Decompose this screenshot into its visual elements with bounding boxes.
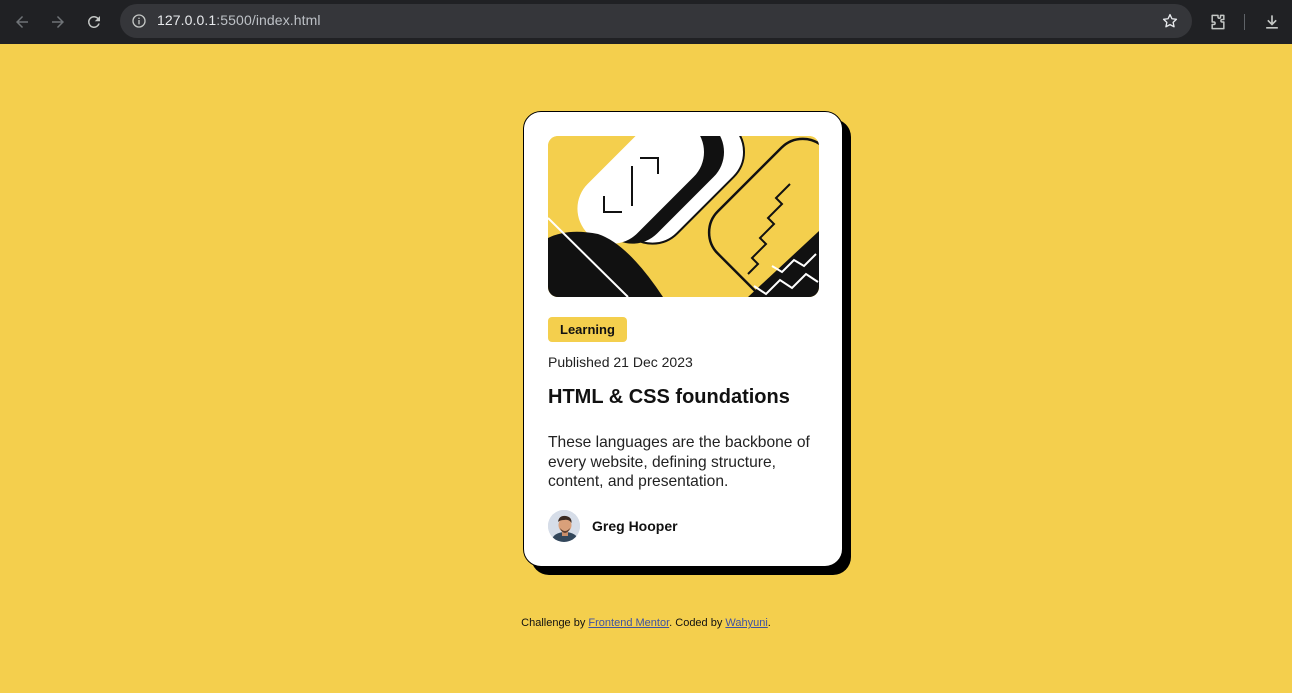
toolbar-divider bbox=[1244, 14, 1245, 30]
address-bar[interactable]: 127.0.0.1:5500/index.html bbox=[120, 4, 1192, 38]
back-button[interactable] bbox=[9, 9, 35, 35]
frontend-mentor-link[interactable]: Frontend Mentor bbox=[588, 617, 669, 629]
author-link[interactable]: Wahyuni bbox=[725, 617, 767, 629]
arrow-right-icon bbox=[52, 16, 64, 28]
reload-button[interactable] bbox=[81, 9, 107, 35]
extensions-button[interactable] bbox=[1206, 10, 1230, 34]
published-date: Published 21 Dec 2023 bbox=[548, 354, 693, 370]
downloads-button[interactable] bbox=[1260, 10, 1284, 34]
reload-icon bbox=[87, 15, 100, 28]
url-path: :5500/index.html bbox=[216, 12, 321, 28]
attribution-suffix: . bbox=[767, 617, 771, 629]
category-tag: Learning bbox=[548, 317, 627, 342]
url-host: 127.0.0.1 bbox=[157, 12, 217, 28]
attribution-prefix: Challenge by bbox=[521, 617, 589, 629]
card-description: These languages are the backbone of ever… bbox=[548, 434, 810, 490]
card-title[interactable]: HTML & CSS foundations bbox=[548, 386, 790, 409]
arrow-left-icon bbox=[16, 16, 28, 28]
attribution-middle: . Coded by bbox=[669, 617, 726, 629]
author: Greg Hooper bbox=[548, 510, 678, 542]
download-icon bbox=[1266, 15, 1278, 29]
bookmark-star-icon[interactable] bbox=[1160, 11, 1180, 31]
browser-toolbar: 127.0.0.1:5500/index.html bbox=[0, 0, 1292, 44]
puzzle-icon bbox=[1211, 14, 1225, 30]
site-info-icon[interactable] bbox=[128, 10, 150, 32]
card-illustration bbox=[548, 136, 819, 297]
blog-preview-card: Learning Published 21 Dec 2023 HTML & CS… bbox=[523, 111, 843, 567]
avatar bbox=[548, 510, 580, 542]
url-text: 127.0.0.1:5500/index.html bbox=[157, 12, 321, 28]
forward-button[interactable] bbox=[45, 9, 71, 35]
author-name: Greg Hooper bbox=[592, 518, 678, 534]
attribution: Challenge by Frontend Mentor. Coded by W… bbox=[0, 617, 1292, 629]
